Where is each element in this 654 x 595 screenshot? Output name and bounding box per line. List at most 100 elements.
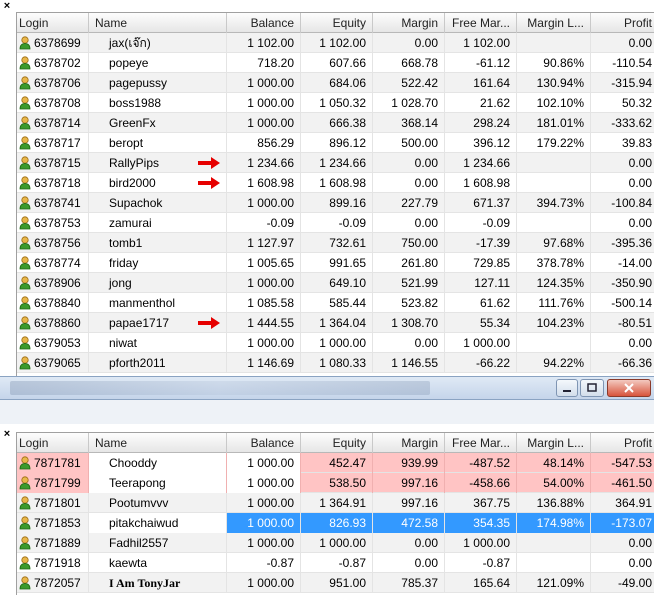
user-icon [19,576,31,590]
table-row[interactable]: 6379065 pforth2011 1 146.69 1 080.33 1 146.5… [17,353,654,373]
cell-name: pagepussy [89,73,227,93]
close-window-button[interactable] [607,379,651,397]
column-header-margin[interactable]: Margin [373,433,445,453]
cell-margin: 0.00 [373,173,445,193]
user-icon [19,556,31,570]
column-header-login[interactable]: Login [17,13,89,33]
login-value: 6378756 [34,236,81,250]
cell-login: 6378756 [17,233,89,253]
cell-free: -61.12 [445,53,517,73]
column-header-balance[interactable]: Balance [227,433,301,453]
table-row[interactable]: 6378702 popeye 718.20 607.66 668.78 -61.12 90.… [17,53,654,73]
table-row[interactable]: 6378718 bird2000 1 608.98 1 608.98 0.00 1 608… [17,173,654,193]
account-name: RallyPips [109,156,160,170]
cell-margin: 0.00 [373,333,445,353]
column-header-login[interactable]: Login [17,433,89,453]
cell-ml: 181.01% [517,113,591,133]
cell-balance: 1 102.00 [227,33,301,53]
minimize-button[interactable] [556,379,578,397]
cell-login: 7871801 [17,493,89,513]
table-row[interactable]: 6378715 RallyPips 1 234.66 1 234.66 0.00 1 23… [17,153,654,173]
account-name: niwat [109,336,138,350]
cell-login: 6378774 [17,253,89,273]
cell-ml [517,213,591,233]
cell-login: 6378699 [17,33,89,53]
table-row[interactable]: 6378708 boss1988 1 000.00 1 050.32 1 028.70 2… [17,93,654,113]
cell-profit: -49.00 [591,573,654,593]
login-value: 7871801 [34,496,81,510]
window-client-top [0,400,654,424]
column-header-equity[interactable]: Equity [301,433,373,453]
column-header-balance[interactable]: Balance [227,13,301,33]
cell-balance: 1 608.98 [227,173,301,193]
column-header-free[interactable]: Free Mar... [445,13,517,33]
cell-login: 7872057 [17,573,89,593]
user-icon [19,516,31,530]
cell-name: niwat [89,333,227,353]
cell-ml [517,173,591,193]
cell-equity: 732.61 [301,233,373,253]
cell-profit: -173.07 [591,513,654,533]
login-value: 6378715 [34,156,81,170]
accounts-table-bottom: Login Name Balance Equity Margin Free Mar... M… [16,432,654,595]
table-row[interactable]: 7871781 Chooddy 1 000.00 452.47 939.99 -487.5… [17,453,654,473]
column-header-ml[interactable]: Margin L... [517,433,591,453]
table-row[interactable]: 7871889 Fadhil2557 1 000.00 1 000.00 0.00 1 0… [17,533,654,553]
table-row[interactable]: 6378860 papae1717 1 444.55 1 364.04 1 308.70… [17,313,654,333]
cell-name: GreenFx [89,113,227,133]
cell-equity: 452.47 [301,453,373,473]
table-row[interactable]: 7871918 kaewta -0.87 -0.87 0.00 -0.87 0.00 [17,553,654,573]
close-icon[interactable]: × [0,0,14,14]
cell-free: 21.62 [445,93,517,113]
cell-login: 7871853 [17,513,89,533]
cell-free: 1 234.66 [445,153,517,173]
cell-equity: 1 364.91 [301,493,373,513]
table-row[interactable]: 7871799 Teerapong 1 000.00 538.50 997.16 -458… [17,473,654,493]
login-value: 7871853 [34,516,81,530]
column-header-profit[interactable]: Profit [591,13,654,33]
column-header-free[interactable]: Free Mar... [445,433,517,453]
table-row[interactable]: 7872057 I Am TonyJar 1 000.00 951.00 785.37 1… [17,573,654,593]
cell-balance: 1 000.00 [227,273,301,293]
table-row[interactable]: 6378699 jax(เจ๊ก) 1 102.00 1 102.00 0.00 1 10… [17,33,654,53]
cell-equity: 1 000.00 [301,533,373,553]
cell-ml: 174.98% [517,513,591,533]
cell-ml: 394.73% [517,193,591,213]
close-icon[interactable]: × [0,428,14,442]
cell-name: RallyPips [89,153,227,173]
cell-equity: 1 080.33 [301,353,373,373]
table-row[interactable]: 7871853 pitakchaiwud 1 000.00 826.93 472.58 3… [17,513,654,533]
column-header-equity[interactable]: Equity [301,13,373,33]
table-row[interactable]: 6378840 manmenthol 1 085.58 585.44 523.82 61.… [17,293,654,313]
table-row[interactable]: 6378753 zamurai -0.09 -0.09 0.00 -0.09 0.00 [17,213,654,233]
cell-name: popeye [89,53,227,73]
cell-profit: -461.50 [591,473,654,493]
table-row[interactable]: 6378906 jong 1 000.00 649.10 521.99 127.11 124… [17,273,654,293]
table-row[interactable]: 6378714 GreenFx 1 000.00 666.38 368.14 298.24… [17,113,654,133]
user-icon [19,536,31,550]
cell-equity: 826.93 [301,513,373,533]
column-header-ml[interactable]: Margin L... [517,13,591,33]
account-name: pforth2011 [109,356,166,370]
table-row[interactable]: 7871801 Pootumvvv 1 000.00 1 364.91 997.16 36… [17,493,654,513]
cell-balance: 1 000.00 [227,513,301,533]
table-row[interactable]: 6378756 tomb1 1 127.97 732.61 750.00 -17.39 97… [17,233,654,253]
column-header-profit[interactable]: Profit [591,433,654,453]
table-row[interactable]: 6378774 friday 1 005.65 991.65 261.80 729.85 3… [17,253,654,273]
table-row[interactable]: 6378741 Supachok 1 000.00 899.16 227.79 671.3… [17,193,654,213]
cell-ml: 97.68% [517,233,591,253]
restore-button[interactable] [580,379,604,397]
cell-free: 55.34 [445,313,517,333]
column-header-margin[interactable]: Margin [373,13,445,33]
cell-login: 6379065 [17,353,89,373]
cell-profit: -80.51 [591,313,654,333]
column-header-name[interactable]: Name [89,13,227,33]
cell-name: I Am TonyJar [89,573,227,593]
table-row[interactable]: 6379053 niwat 1 000.00 1 000.00 0.00 1 000.00… [17,333,654,353]
cell-name: Teerapong [89,473,227,493]
user-icon [19,336,31,350]
column-header-name[interactable]: Name [89,433,227,453]
table-row[interactable]: 6378706 pagepussy 1 000.00 684.06 522.42 161.… [17,73,654,93]
table-row[interactable]: 6378717 beropt 856.29 896.12 500.00 396.12 179… [17,133,654,153]
window-title-bar[interactable] [0,376,654,400]
